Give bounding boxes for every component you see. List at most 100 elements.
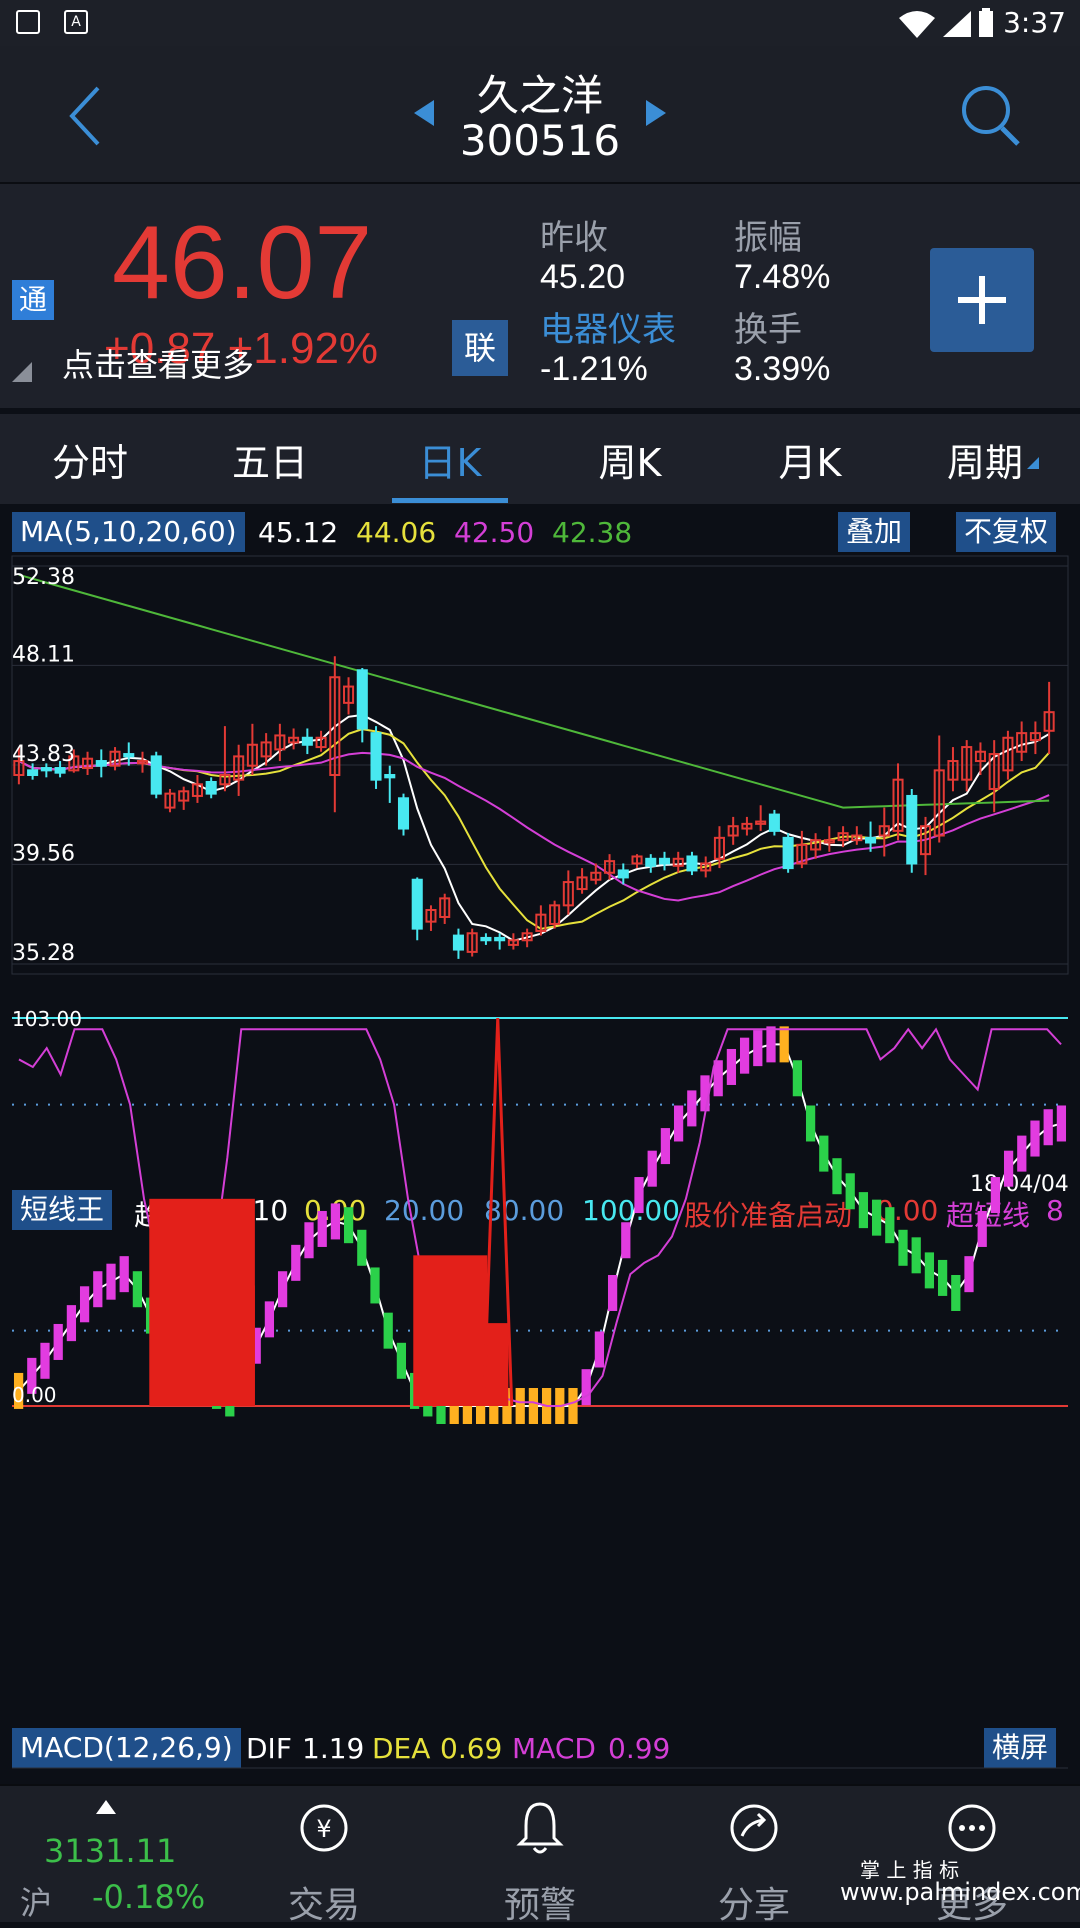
status-bar: A 3:37 bbox=[0, 0, 1080, 46]
clock: 3:37 bbox=[1003, 6, 1066, 39]
tab-intraday[interactable]: 分时 bbox=[40, 432, 140, 487]
trend-bar bbox=[304, 1222, 314, 1259]
candle-body bbox=[54, 767, 66, 774]
candle-body bbox=[205, 780, 217, 795]
trend-bar bbox=[79, 1286, 90, 1323]
trend-bar bbox=[858, 1192, 869, 1229]
candle-body bbox=[95, 760, 107, 767]
candle-body bbox=[658, 857, 671, 865]
watermark-url: www.palmindex.com bbox=[840, 1878, 1080, 1906]
candle-body bbox=[411, 878, 423, 930]
candle-body bbox=[782, 836, 794, 870]
trend-bar bbox=[66, 1305, 77, 1342]
trend-bar bbox=[106, 1263, 116, 1300]
sector-link[interactable]: 电器仪表 bbox=[540, 302, 676, 351]
quote-panel: 46.07 +0.87 +1.92% 通 点击查看更多 联 昨收 45.20 电… bbox=[0, 184, 1080, 408]
candle-body bbox=[617, 869, 629, 879]
trend-bar bbox=[1003, 1150, 1014, 1187]
trend-bar bbox=[766, 1026, 776, 1063]
candle-body bbox=[370, 732, 382, 781]
price-tick-label: 48.11 bbox=[12, 642, 75, 667]
trend-bar bbox=[343, 1207, 354, 1244]
candlesticks bbox=[13, 656, 1055, 959]
candle-body bbox=[356, 669, 368, 730]
wifi-icon bbox=[899, 11, 935, 38]
trend-bar bbox=[119, 1256, 129, 1293]
stock-name: 久之洋 bbox=[476, 71, 603, 120]
trend-bar bbox=[370, 1267, 380, 1304]
font-notification-icon: A bbox=[64, 10, 88, 34]
bell-icon bbox=[516, 1802, 564, 1854]
trend-bar bbox=[594, 1331, 605, 1368]
yen-icon: ¥ bbox=[300, 1804, 348, 1852]
price-tick-label: 35.28 bbox=[12, 941, 75, 966]
next-stock-button[interactable] bbox=[644, 98, 668, 128]
tab-five-day[interactable]: 五日 bbox=[220, 432, 320, 487]
candle-body bbox=[40, 767, 52, 772]
trend-bar bbox=[805, 1105, 816, 1142]
kline-chart[interactable]: 52.38 48.11 43.83 39.56 35.28 103.00 0.00 bbox=[0, 506, 1080, 1782]
more-icon bbox=[948, 1804, 996, 1852]
trend-bar bbox=[924, 1252, 935, 1289]
search-icon[interactable] bbox=[958, 82, 1022, 150]
trend-bar bbox=[647, 1150, 657, 1187]
nav-share-label: 分享 bbox=[717, 1885, 790, 1926]
trend-bar bbox=[753, 1030, 763, 1067]
trend-bar bbox=[53, 1323, 63, 1360]
trend-bar bbox=[832, 1158, 842, 1195]
nav-trade-label: 交易 bbox=[287, 1885, 360, 1926]
index-change: -0.18% bbox=[92, 1878, 206, 1916]
trend-bar bbox=[739, 1037, 750, 1074]
trend-bar bbox=[1056, 1105, 1067, 1142]
candle-body bbox=[150, 755, 162, 795]
candle-body bbox=[301, 736, 313, 746]
trend-bar bbox=[673, 1105, 684, 1142]
turnover-label: 换手 bbox=[734, 310, 802, 350]
index-name: 沪 bbox=[20, 1884, 53, 1922]
stock-connect-badge[interactable]: 通 bbox=[12, 280, 54, 320]
prev-close-label: 昨收 bbox=[540, 218, 608, 258]
turnover-value: 3.39% bbox=[734, 350, 831, 388]
battery-icon bbox=[979, 8, 993, 37]
trend-bar bbox=[726, 1048, 737, 1085]
add-watchlist-button[interactable] bbox=[930, 248, 1034, 352]
more-info-hint[interactable]: 点击查看更多 bbox=[62, 340, 254, 386]
tab-period[interactable]: 周期 bbox=[930, 432, 1040, 487]
trend-bar bbox=[885, 1207, 895, 1244]
trend-bar bbox=[977, 1210, 987, 1247]
image-notification-icon bbox=[16, 10, 40, 34]
linked-badge[interactable]: 联 bbox=[452, 320, 508, 376]
trend-bar bbox=[396, 1342, 407, 1379]
trend-bar bbox=[845, 1173, 855, 1210]
price-tick-label: 52.38 bbox=[12, 565, 75, 590]
trend-bar bbox=[871, 1199, 882, 1236]
expand-corner-icon[interactable] bbox=[10, 360, 34, 384]
candle-body bbox=[686, 855, 698, 872]
index-value: 3131.11 bbox=[44, 1832, 177, 1870]
trend-bar bbox=[951, 1274, 961, 1311]
trend-bar bbox=[528, 1388, 539, 1424]
trend-bar bbox=[621, 1222, 631, 1259]
ma-line-ma5 bbox=[18, 713, 1050, 942]
trend-bar bbox=[911, 1237, 921, 1274]
period-dropdown-icon bbox=[1027, 457, 1039, 469]
price-tick-label: 43.83 bbox=[12, 742, 75, 767]
period-tabs: 分时 五日 日K 周K 月K 周期 bbox=[0, 414, 1080, 504]
tab-monthly-k[interactable]: 月K bbox=[760, 432, 860, 487]
last-price: 46.07 bbox=[112, 205, 373, 321]
active-tab-indicator bbox=[392, 498, 508, 503]
candle-body bbox=[27, 769, 39, 777]
candle-body bbox=[865, 836, 877, 844]
trend-bar bbox=[687, 1090, 697, 1127]
candle-body bbox=[645, 857, 657, 867]
candle-body bbox=[123, 753, 135, 758]
up-arrow-icon bbox=[96, 1800, 116, 1814]
tab-daily-k[interactable]: 日K bbox=[400, 432, 500, 487]
candle-body bbox=[494, 936, 506, 942]
amplitude-value: 7.48% bbox=[734, 258, 831, 296]
candle-body bbox=[384, 774, 396, 779]
trend-bar bbox=[264, 1301, 275, 1338]
indicator-bottom-label: 0.00 bbox=[12, 1383, 57, 1407]
sector-change: -1.21% bbox=[540, 350, 648, 388]
tab-weekly-k[interactable]: 周K bbox=[580, 432, 680, 487]
